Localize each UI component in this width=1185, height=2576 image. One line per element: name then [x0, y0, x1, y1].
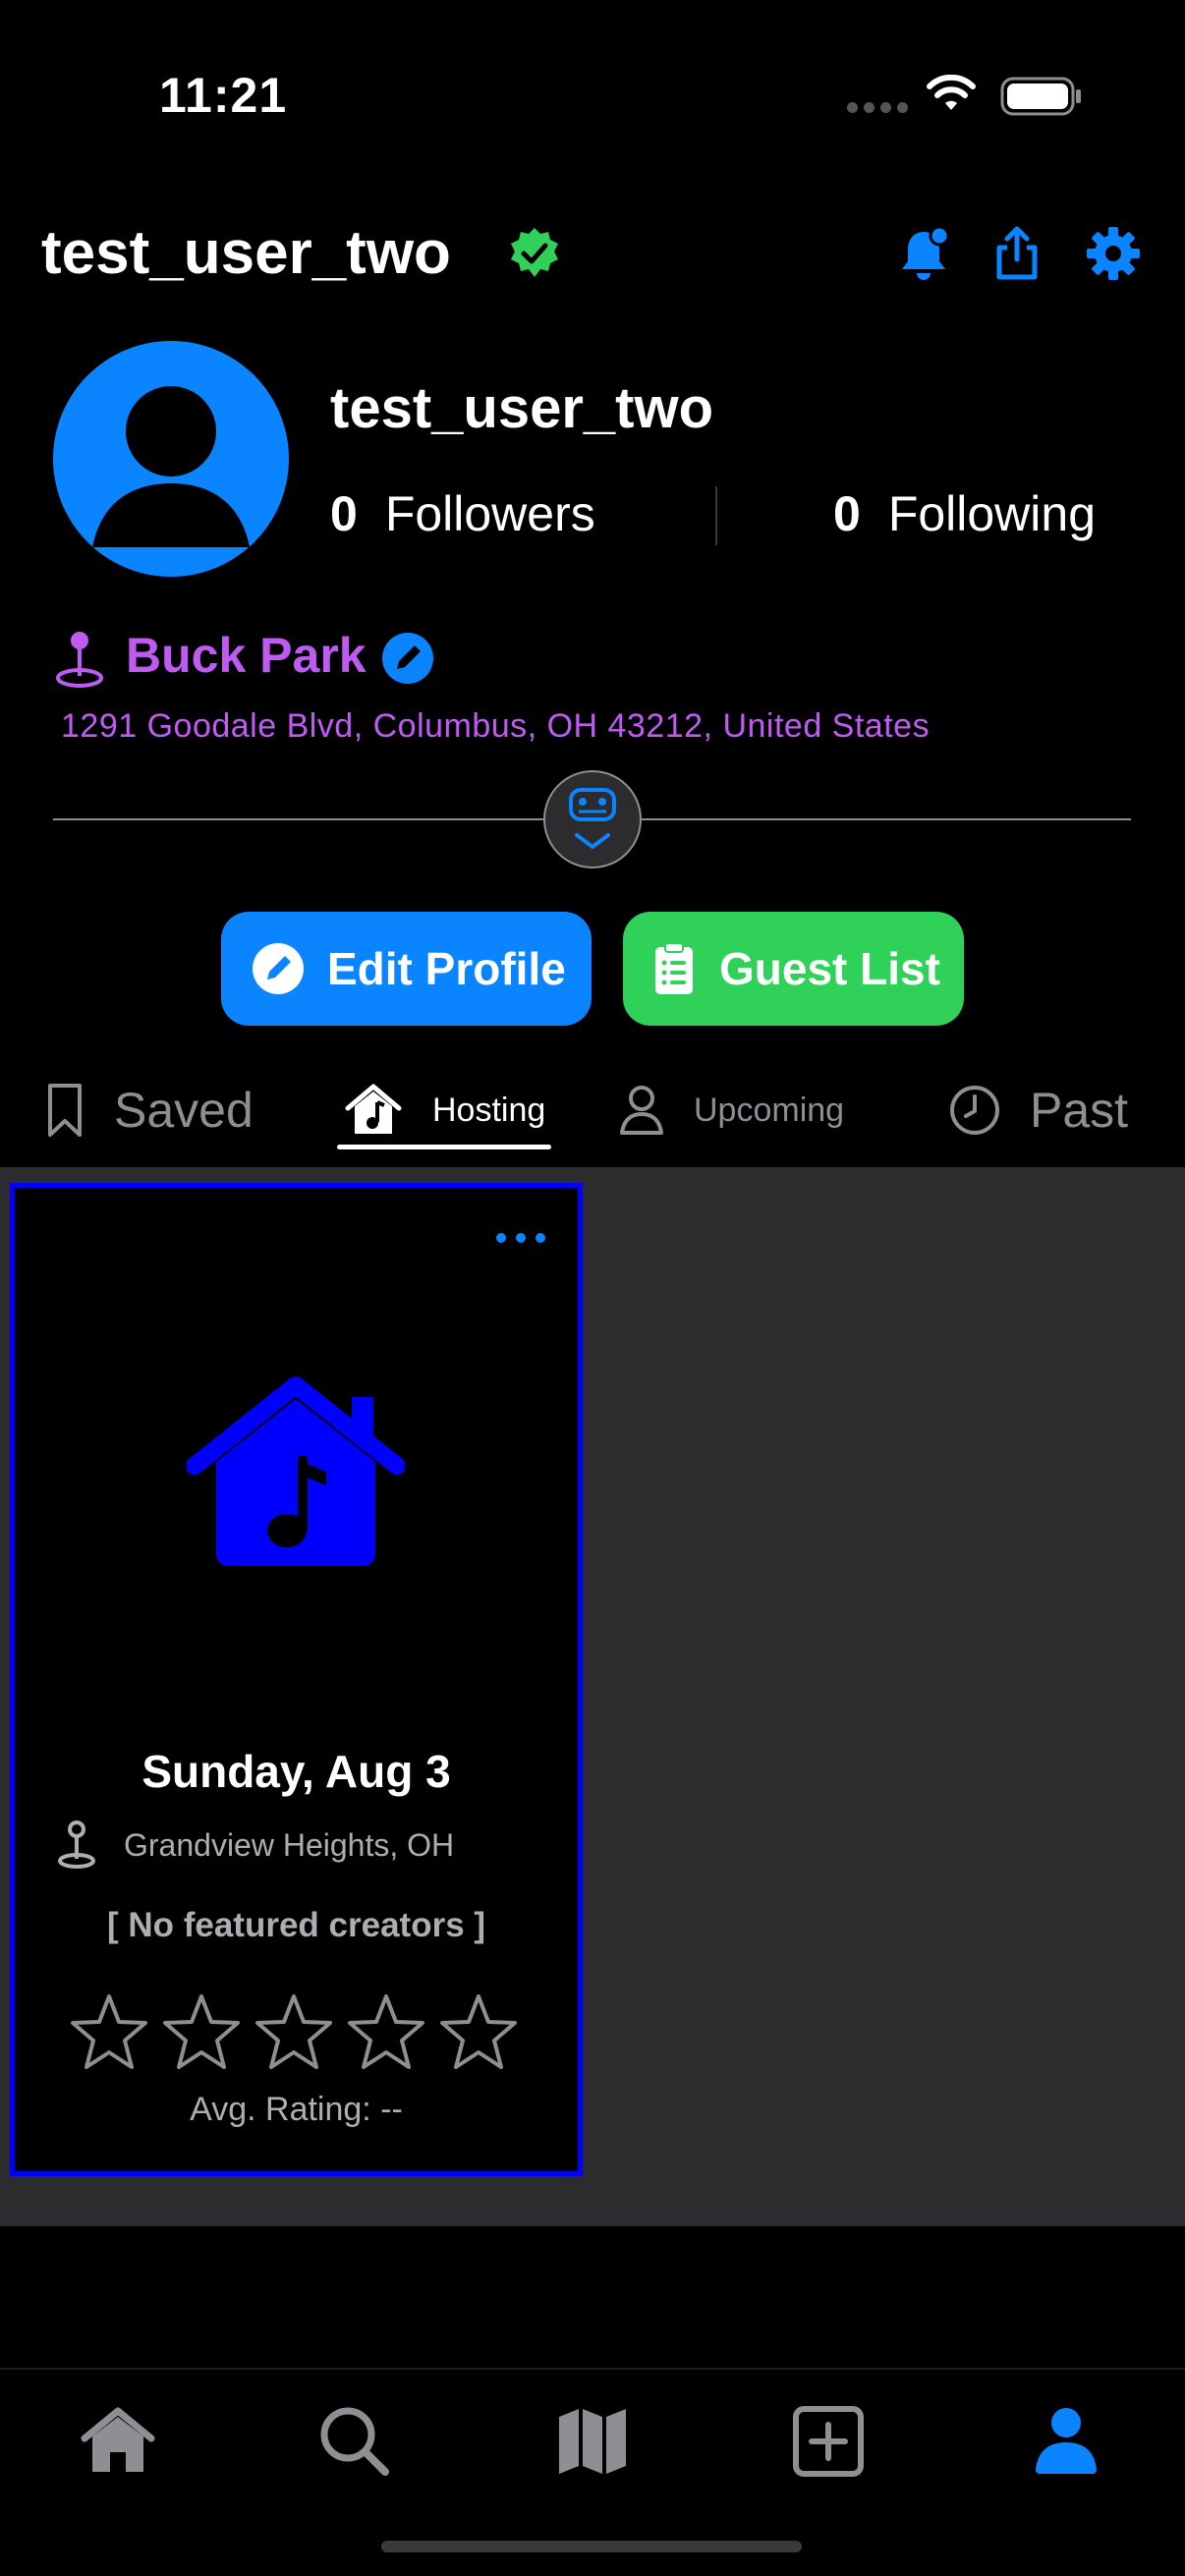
pencil-circle-icon	[253, 943, 304, 994]
tab-upcoming[interactable]: Upcoming	[617, 1071, 844, 1149]
tab-hosting-label: Hosting	[432, 1091, 546, 1129]
edit-profile-label: Edit Profile	[327, 943, 566, 994]
event-location-pin-icon	[58, 1820, 95, 1869]
music-house-icon	[345, 1084, 402, 1134]
location-name: Buck Park	[126, 628, 367, 683]
following-stat[interactable]: 0 Following	[833, 485, 1096, 542]
avatar[interactable]	[53, 341, 289, 577]
star-icon[interactable]	[69, 1992, 149, 2071]
person-outline-icon	[620, 1086, 663, 1135]
tab-past-label: Past	[1030, 1083, 1129, 1138]
star-icon[interactable]	[161, 1992, 242, 2071]
magnifyingglass-icon[interactable]	[316, 2403, 391, 2478]
followers-label: Followers	[384, 486, 595, 541]
guest-list-button[interactable]: Guest List	[623, 912, 964, 1026]
home-indicator[interactable]	[381, 2541, 802, 2552]
header-username: test_user_two	[41, 219, 451, 287]
average-rating: Avg. Rating: --	[190, 2091, 403, 2128]
tab-saved[interactable]: Saved	[45, 1071, 254, 1149]
edit-location-icon[interactable]	[381, 632, 434, 685]
wifi-icon	[927, 75, 976, 110]
bookmark-icon	[48, 1084, 82, 1137]
location-pin-icon	[56, 632, 103, 688]
edit-profile-button[interactable]: Edit Profile	[221, 912, 592, 1026]
tab-saved-label: Saved	[114, 1083, 254, 1138]
bell-badge-icon[interactable]	[894, 224, 953, 283]
profile-name: test_user_two	[330, 376, 714, 440]
frog-chevron-icon	[569, 788, 616, 849]
more-options-icon[interactable]	[491, 1228, 550, 1248]
music-house-event-icon	[187, 1376, 405, 1566]
guest-list-label: Guest List	[719, 943, 940, 994]
followers-count: 0	[330, 486, 358, 541]
map-icon[interactable]	[555, 2407, 630, 2476]
event-location: Grandview Heights, OH	[124, 1827, 455, 1863]
following-label: Following	[887, 486, 1097, 541]
star-icon[interactable]	[254, 1992, 334, 2071]
divider-left	[53, 818, 543, 820]
cellular-signal-icon	[847, 102, 908, 113]
tab-upcoming-label: Upcoming	[694, 1091, 845, 1129]
plus-square-icon[interactable]	[792, 2405, 865, 2478]
share-icon[interactable]	[988, 224, 1046, 283]
house-icon[interactable]	[81, 2405, 155, 2476]
person-silhouette-icon	[92, 386, 250, 547]
rating-stars[interactable]	[69, 1992, 519, 2071]
featured-creators: [ No featured creators ]	[106, 1906, 486, 1944]
followers-stat[interactable]: 0 Followers	[330, 485, 595, 542]
stats-divider	[715, 486, 717, 545]
verified-badge-icon	[511, 228, 558, 277]
tab-hosting[interactable]: Hosting	[344, 1071, 545, 1149]
battery-icon	[1000, 77, 1081, 116]
expand-mascot-button[interactable]	[543, 770, 642, 868]
gear-icon[interactable]	[1084, 224, 1143, 283]
active-tab-indicator	[337, 1145, 551, 1149]
person-icon[interactable]	[1032, 2405, 1100, 2476]
location-address: 1291 Goodale Blvd, Columbus, OH 43212, U…	[61, 707, 931, 745]
divider-right	[642, 818, 1131, 820]
star-icon[interactable]	[438, 1992, 519, 2071]
clipboard-icon	[655, 942, 693, 994]
following-count: 0	[833, 486, 861, 541]
status-time: 11:21	[159, 68, 288, 123]
star-icon[interactable]	[346, 1992, 426, 2071]
event-date: Sunday, Aug 3	[141, 1746, 451, 1797]
clock-icon	[950, 1086, 999, 1135]
tab-past[interactable]: Past	[949, 1071, 1128, 1149]
